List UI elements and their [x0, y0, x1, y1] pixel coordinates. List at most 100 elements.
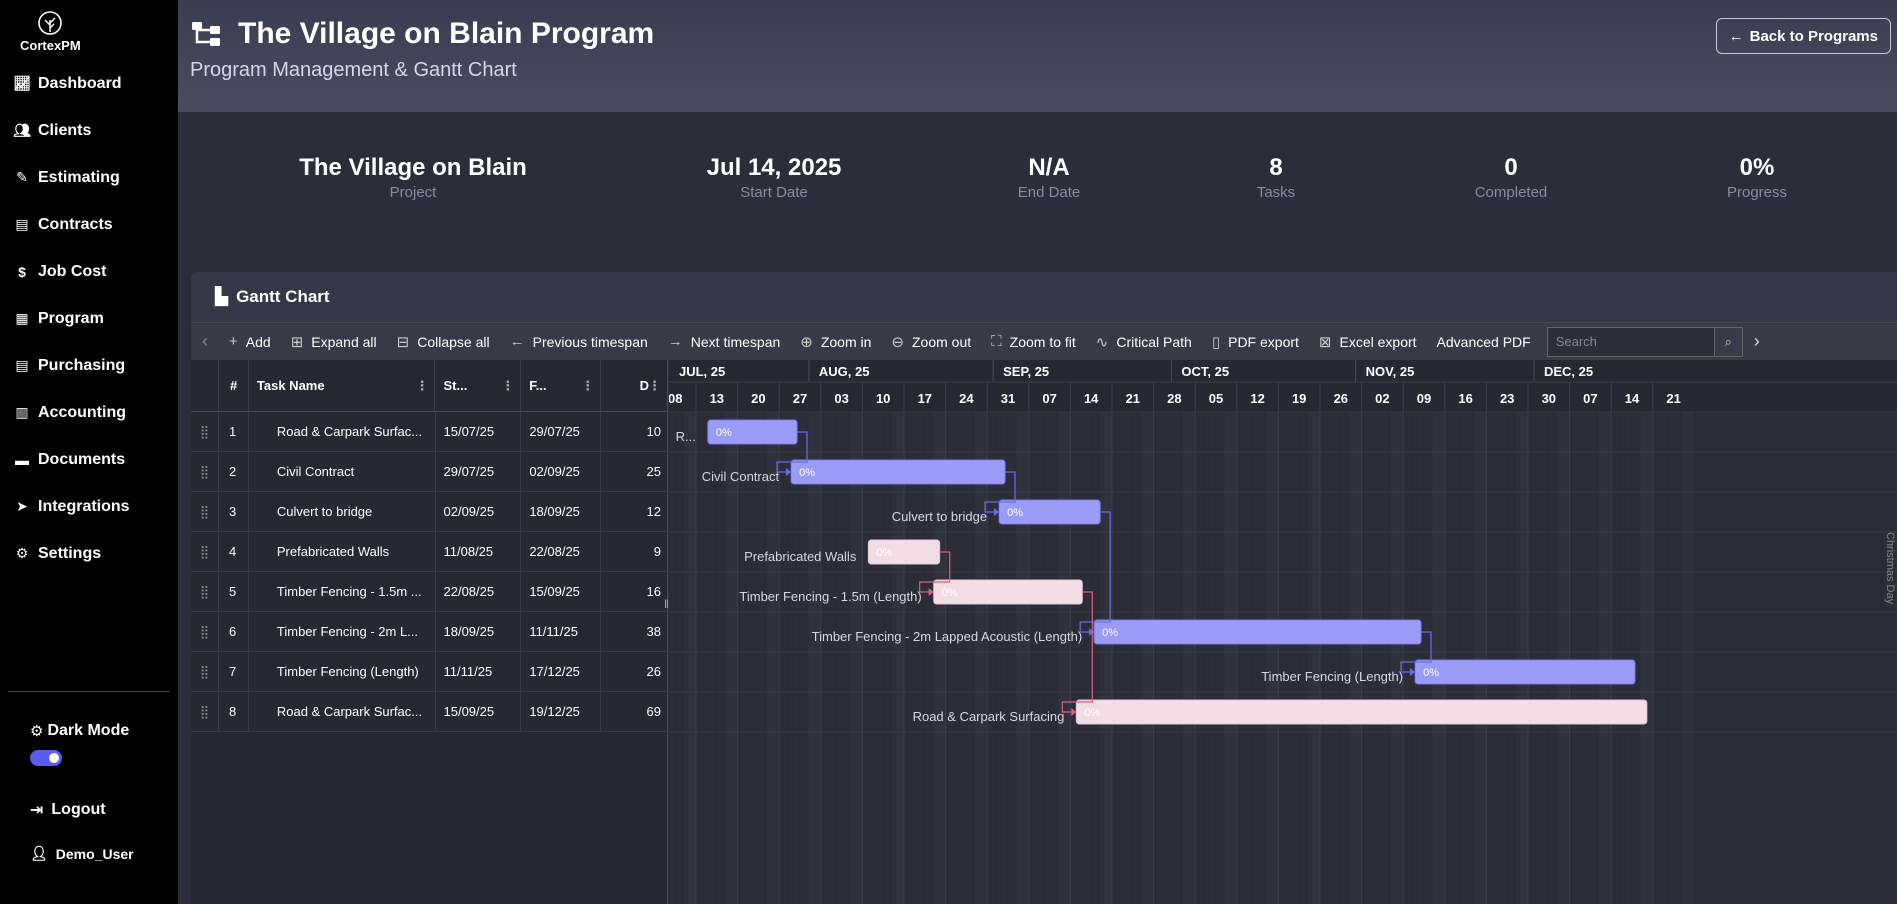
task-bar[interactable]	[790, 459, 1006, 485]
add-task-button[interactable]: + Add	[219, 323, 281, 361]
zoom-to-fit-button[interactable]: ⛶ Zoom to fit	[981, 323, 1086, 361]
drag-handle-icon[interactable]: ⣿	[191, 612, 219, 651]
table-row[interactable]: ⣿ 3 Culvert to bridge 02/09/25 18/09/25 12	[191, 492, 667, 532]
task-duration[interactable]: 25	[601, 452, 667, 491]
task-bar[interactable]	[1075, 699, 1648, 725]
task-bar[interactable]	[1414, 659, 1636, 685]
task-duration[interactable]: 9	[601, 532, 667, 571]
table-row[interactable]: ⣿ 5 Timber Fencing - 1.5m ... 22/08/25 15/09…	[191, 572, 667, 612]
table-row[interactable]: ⣿ 1 Road & Carpark Surfac... 15/07/25 29/07/…	[191, 412, 667, 452]
task-bar-progress: 0%	[1084, 707, 1100, 719]
sidebar-item-purchasing[interactable]: ▤ Purchasing	[0, 342, 178, 389]
task-finish[interactable]: 29/07/25	[521, 412, 602, 451]
task-finish[interactable]: 11/11/25	[521, 612, 602, 651]
task-start[interactable]: 15/07/25	[436, 412, 522, 451]
column-menu-icon[interactable]: ⋮	[581, 378, 594, 394]
task-start[interactable]: 22/08/25	[436, 572, 522, 611]
column-duration[interactable]: D ⋮	[601, 360, 667, 411]
logout-button[interactable]: ⇥ Logout	[30, 800, 106, 820]
column-task-name[interactable]: Task Name ⋮	[249, 360, 436, 411]
folder-icon: ▬	[15, 451, 29, 468]
pdf-export-button[interactable]: ▯ PDF export	[1202, 323, 1309, 361]
task-start[interactable]: 18/09/25	[436, 612, 522, 651]
task-finish[interactable]: 22/08/25	[521, 532, 602, 571]
task-start[interactable]: 29/07/25	[436, 452, 522, 491]
task-duration[interactable]: 12	[601, 492, 667, 531]
column-start[interactable]: St... ⋮	[435, 360, 522, 411]
sidebar-item-contracts[interactable]: ▤ Contracts	[0, 201, 178, 248]
back-to-programs-button[interactable]: ← Back to Programs	[1715, 18, 1891, 54]
collapse-all-button[interactable]: ⊟ Collapse all	[387, 323, 500, 361]
previous-timespan-button[interactable]: ← Previous timespan	[500, 323, 658, 361]
drag-handle-icon[interactable]: ⣿	[191, 652, 219, 691]
search-icon[interactable]: ⌕	[1714, 326, 1743, 357]
task-finish[interactable]: 19/12/25	[521, 692, 602, 731]
task-name[interactable]: Timber Fencing (Length)	[249, 652, 436, 691]
task-finish[interactable]: 17/12/25	[521, 652, 602, 691]
toolbar-scroll-right[interactable]: ›	[1743, 323, 1771, 361]
excel-export-button[interactable]: ⊠ Excel export	[1309, 323, 1427, 361]
task-name[interactable]: Road & Carpark Surfac...	[249, 692, 436, 731]
sidebar-item-label: Documents	[38, 450, 126, 468]
drag-handle-icon[interactable]: ⣿	[191, 692, 219, 731]
search-input[interactable]	[1546, 326, 1715, 357]
table-row[interactable]: ⣿ 7 Timber Fencing (Length) 11/11/25 17/12/2…	[191, 652, 667, 692]
column-menu-icon[interactable]: ⋮	[648, 378, 661, 394]
task-finish[interactable]: 18/09/25	[521, 492, 602, 531]
week-label: 05	[1209, 391, 1223, 406]
drag-handle-icon[interactable]: ⣿	[191, 492, 219, 531]
column-number[interactable]: #	[219, 360, 249, 411]
task-finish[interactable]: 02/09/25	[521, 452, 602, 491]
sidebar-item-estimating[interactable]: ✎ Estimating	[0, 154, 178, 201]
task-duration[interactable]: 38	[601, 612, 667, 651]
table-row[interactable]: ⣿ 2 Civil Contract 29/07/25 02/09/25 25	[191, 452, 667, 492]
sidebar-item-settings[interactable]: ⚙ Settings	[0, 530, 178, 577]
column-finish[interactable]: F... ⋮	[521, 360, 602, 411]
task-start[interactable]: 11/11/25	[436, 652, 522, 691]
drag-handle-icon[interactable]: ⣿	[191, 532, 219, 571]
dark-mode-text: Dark Mode	[47, 722, 130, 739]
sidebar-item-documents[interactable]: ▬ Documents	[0, 436, 178, 483]
task-start[interactable]: 02/09/25	[436, 492, 522, 531]
drag-handle-icon[interactable]: ⣿	[191, 452, 219, 491]
task-finish[interactable]: 15/09/25	[521, 572, 602, 611]
logo[interactable]: CortexPM	[20, 10, 81, 53]
column-menu-icon[interactable]: ⋮	[501, 378, 514, 394]
column-menu-icon[interactable]: ⋮	[415, 378, 428, 394]
task-start[interactable]: 11/08/25	[436, 532, 522, 571]
task-start[interactable]: 15/09/25	[436, 692, 522, 731]
advanced-pdf-button[interactable]: Advanced PDF	[1427, 323, 1541, 361]
drag-handle-icon[interactable]: ⣿	[191, 572, 219, 611]
table-row[interactable]: ⣿ 4 Prefabricated Walls 11/08/25 22/08/25 9	[191, 532, 667, 572]
task-duration[interactable]: 69	[601, 692, 667, 731]
table-row[interactable]: ⣿ 8 Road & Carpark Surfac... 15/09/25 19/12/…	[191, 692, 667, 732]
task-name[interactable]: Road & Carpark Surfac...	[249, 412, 436, 451]
expand-all-button[interactable]: ⊞ Expand all	[281, 323, 387, 361]
toolbar-scroll-left[interactable]: ‹	[191, 323, 219, 361]
task-duration[interactable]: 26	[601, 652, 667, 691]
table-row[interactable]: ⣿ 6 Timber Fencing - 2m L... 18/09/25 11/11/…	[191, 612, 667, 652]
user-menu[interactable]: 👤︎ Demo_User	[30, 845, 134, 862]
next-timespan-button[interactable]: → Next timespan	[658, 323, 790, 361]
task-name[interactable]: Timber Fencing - 2m L...	[249, 612, 436, 651]
sidebar-item-accounting[interactable]: ▥ Accounting	[0, 389, 178, 436]
task-bar[interactable]	[1093, 619, 1422, 645]
sidebar-item-program[interactable]: ▦ Program	[0, 295, 178, 342]
zoom-in-button[interactable]: ⊕ Zoom in	[790, 323, 881, 361]
dark-mode-toggle[interactable]	[30, 750, 62, 766]
task-name[interactable]: Civil Contract	[249, 452, 436, 491]
sidebar-item-clients[interactable]: 👥︎ Clients	[0, 107, 178, 154]
task-name[interactable]: Timber Fencing - 1.5m ...	[249, 572, 436, 611]
sidebar-item-job-cost[interactable]: $ Job Cost	[0, 248, 178, 295]
task-duration[interactable]: 10	[601, 412, 667, 451]
task-duration[interactable]: 16	[601, 572, 667, 611]
gantt-panel-header: ▙ Gantt Chart	[191, 272, 1897, 322]
task-name[interactable]: Culvert to bridge	[249, 492, 436, 531]
sidebar-item-dashboard[interactable]: 📈︎ Dashboard	[0, 60, 178, 107]
drag-handle-icon[interactable]: ⣿	[191, 412, 219, 451]
sidebar-item-integrations[interactable]: ➤ Integrations	[0, 483, 178, 530]
critical-path-button[interactable]: ∿ Critical Path	[1086, 323, 1202, 361]
week-label: 23	[1500, 391, 1514, 406]
zoom-out-button[interactable]: ⊖ Zoom out	[881, 323, 981, 361]
task-name[interactable]: Prefabricated Walls	[249, 532, 436, 571]
